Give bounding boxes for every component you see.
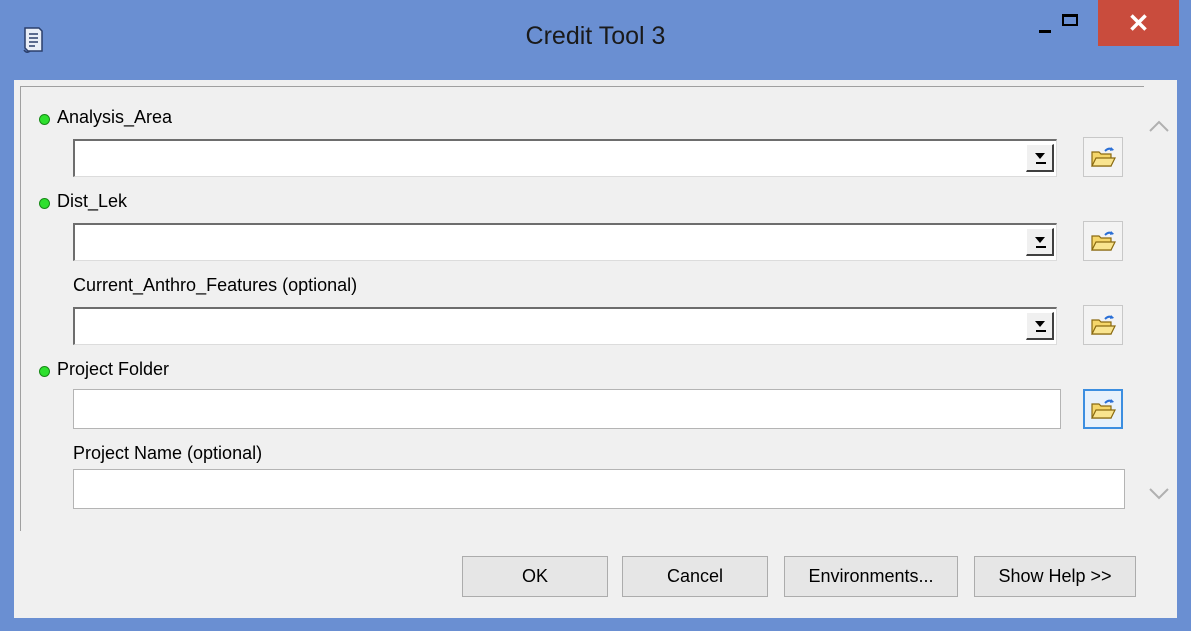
param-label-project-folder: Project Folder [57, 359, 170, 379]
cancel-button[interactable]: Cancel [622, 556, 768, 597]
dist-lek-browse-button[interactable] [1083, 221, 1123, 261]
open-folder-icon [1091, 231, 1116, 251]
current-anthro-features-combo[interactable] [73, 307, 1057, 345]
open-folder-icon [1091, 315, 1116, 335]
close-button[interactable]: ✕ [1098, 0, 1179, 46]
analysis-area-combo[interactable] [73, 139, 1057, 177]
maximize-icon [1062, 14, 1078, 26]
dist-lek-combo[interactable] [73, 223, 1057, 261]
required-indicator-icon [39, 366, 50, 377]
chevron-down-icon[interactable] [1026, 144, 1054, 172]
scroll-down-button[interactable] [1144, 474, 1174, 514]
project-name-field[interactable] [73, 469, 1125, 509]
chevron-up-icon [1149, 120, 1169, 132]
param-label-project-name: Project Name (optional) [73, 443, 263, 463]
parameters-panel: Analysis_Area Dist_Lek Current_Anthro_Fe… [20, 86, 1145, 531]
window-title: Credit Tool 3 [525, 22, 666, 50]
environments-button[interactable]: Environments... [784, 556, 958, 597]
current-anthro-features-browse-button[interactable] [1083, 305, 1123, 345]
close-icon: ✕ [1127, 7, 1150, 38]
project-folder-browse-button[interactable] [1083, 389, 1123, 429]
open-folder-icon [1091, 399, 1116, 419]
param-label-current-anthro-features: Current_Anthro_Features (optional) [73, 275, 358, 295]
param-label-dist-lek: Dist_Lek [57, 191, 128, 211]
chevron-down-icon[interactable] [1026, 228, 1054, 256]
chevron-down-icon [1149, 488, 1169, 500]
required-indicator-icon [39, 114, 50, 125]
dialog-body: Analysis_Area Dist_Lek Current_Anthro_Fe… [14, 80, 1177, 618]
scroll-up-button[interactable] [1144, 106, 1174, 146]
chevron-down-icon[interactable] [1026, 312, 1054, 340]
analysis-area-browse-button[interactable] [1083, 137, 1123, 177]
vertical-scrollbar[interactable] [1144, 86, 1174, 530]
required-indicator-icon [39, 198, 50, 209]
ok-button[interactable]: OK [462, 556, 608, 597]
maximize-button[interactable] [1050, 0, 1096, 46]
project-folder-field[interactable] [73, 389, 1061, 429]
open-folder-icon [1091, 147, 1116, 167]
tool-dialog-window: Credit Tool 3 ✕ Analysis_Area Dist_Lek C… [0, 0, 1191, 631]
param-label-analysis-area: Analysis_Area [57, 107, 173, 127]
show-help-button[interactable]: Show Help >> [974, 556, 1136, 597]
title-bar[interactable]: Credit Tool 3 ✕ [0, 0, 1191, 82]
